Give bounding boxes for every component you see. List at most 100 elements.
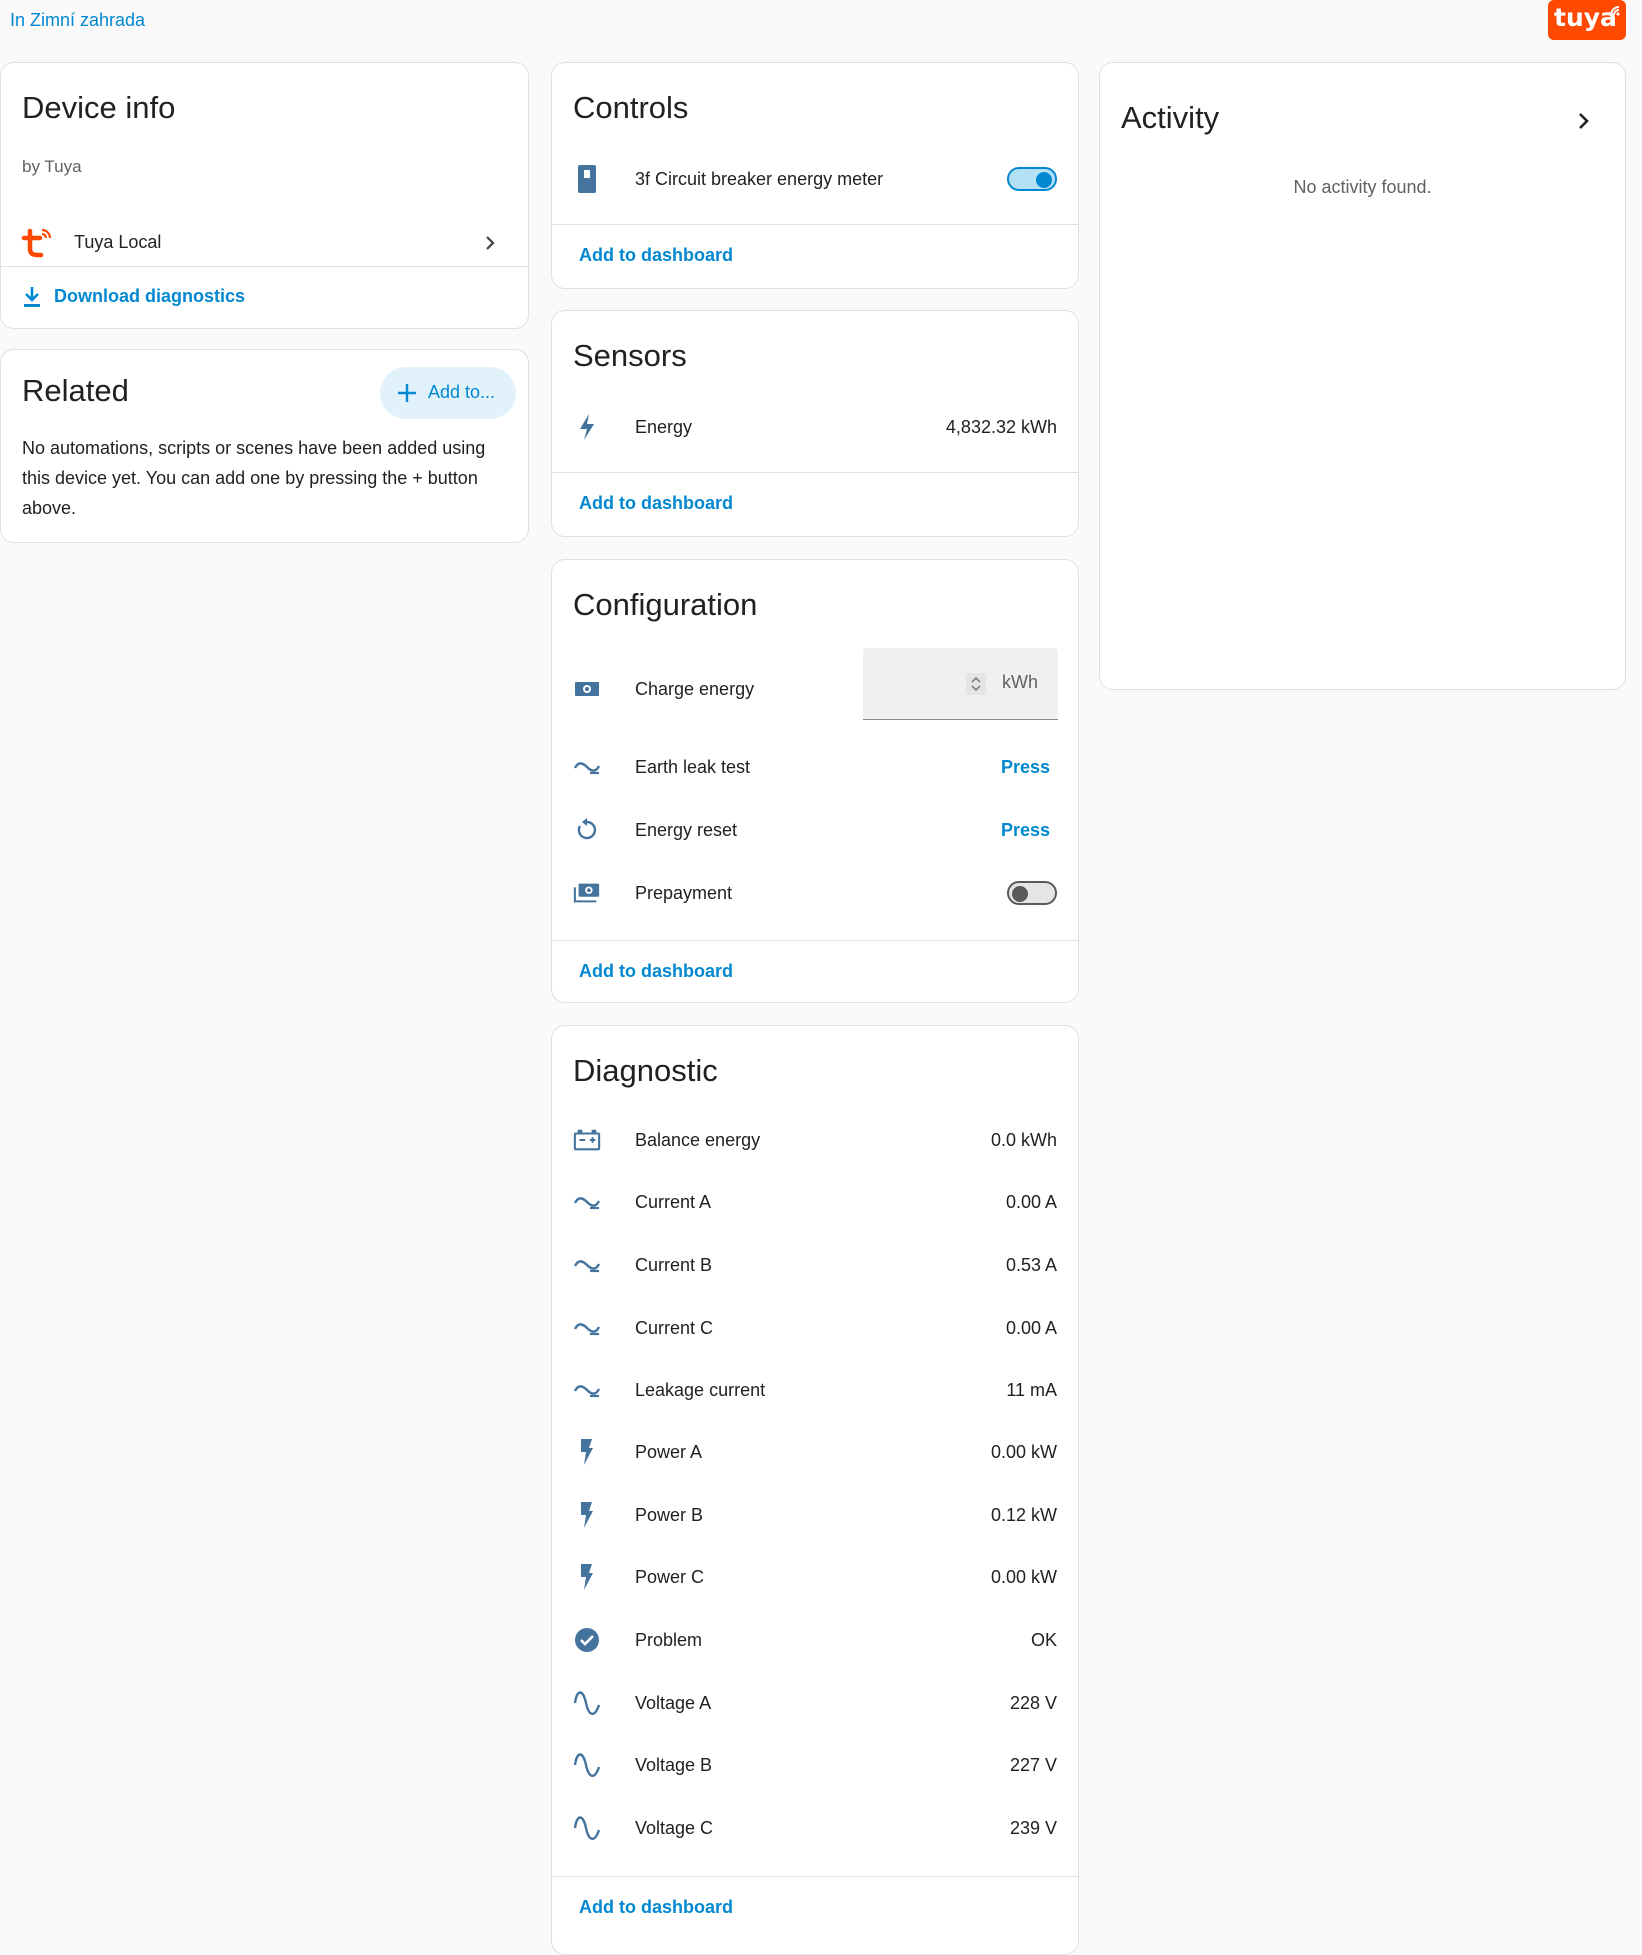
- wifi-signal-icon: [1610, 6, 1620, 16]
- diagnostic-row-voltage-a[interactable]: Voltage A 228 V: [552, 1681, 1078, 1725]
- diagnostic-row-current-b[interactable]: Current B 0.53 A: [552, 1243, 1078, 1287]
- diagnostic-name: Problem: [635, 1629, 703, 1650]
- sensors-card: Sensors Energy 4,832.32 kWh Add to dashb…: [551, 310, 1079, 537]
- diagnostic-name: Current C: [635, 1317, 714, 1338]
- diagnostic-value: OK: [1030, 1629, 1057, 1650]
- toggle-knob: [1036, 172, 1052, 188]
- diagnostic-row-power-a[interactable]: Power A 0.00 kW: [552, 1430, 1078, 1474]
- lightning-icon: [573, 1563, 601, 1591]
- download-icon: [24, 287, 40, 307]
- circuit-breaker-toggle[interactable]: [1007, 167, 1057, 191]
- activity-card: Activity No activity found.: [1099, 62, 1626, 690]
- check-circle-icon: [573, 1626, 601, 1654]
- diagnostic-row-power-b[interactable]: Power B 0.12 kW: [552, 1493, 1078, 1537]
- charge-energy-label: Charge energy: [635, 678, 755, 699]
- diagnostic-value: 0.00 kW: [990, 1566, 1057, 1587]
- lightning-icon: [573, 413, 601, 441]
- diagnostic-name: Voltage C: [635, 1817, 714, 1838]
- earth-leak-label: Earth leak test: [635, 756, 751, 777]
- diagnostic-row-current-c[interactable]: Current C 0.00 A: [552, 1306, 1078, 1350]
- diagnostic-value: 11 mA: [1006, 1379, 1057, 1400]
- controls-card: Controls 3f Circuit breaker energy meter…: [551, 62, 1079, 289]
- prepayment-toggle[interactable]: [1007, 881, 1057, 905]
- diagnostic-value: 0.00 kW: [990, 1441, 1057, 1462]
- config-row-energy-reset: Energy reset Press: [552, 808, 1078, 852]
- current-ac-icon: [573, 1188, 601, 1216]
- diagnostic-row-problem[interactable]: Problem OK: [552, 1618, 1078, 1662]
- diagnostic-name: Voltage B: [635, 1754, 713, 1775]
- sensors-add-to-dashboard[interactable]: Add to dashboard: [579, 493, 733, 514]
- earth-leak-press-button[interactable]: Press: [1001, 757, 1050, 778]
- lightning-icon: [573, 1501, 601, 1529]
- config-row-prepayment: Prepayment: [552, 871, 1078, 915]
- related-card: Related Add to... No automations, script…: [0, 349, 529, 543]
- area-link[interactable]: In Zimní zahrada: [10, 10, 145, 31]
- sensor-row-energy[interactable]: Energy 4,832.32 kWh: [552, 405, 1078, 449]
- diagnostic-name: Current B: [635, 1254, 713, 1275]
- divider: [1, 266, 528, 267]
- toggle-knob: [1012, 886, 1028, 902]
- manufacturer-text: by Tuya: [22, 157, 82, 176]
- charge-energy-input[interactable]: kWh: [863, 648, 1058, 720]
- diagnostic-add-to-dashboard[interactable]: Add to dashboard: [579, 1897, 733, 1918]
- configuration-card: Configuration Charge energy kWh Earth le…: [551, 559, 1079, 1003]
- diagnostic-name: Voltage A: [635, 1692, 712, 1713]
- current-ac-icon: [573, 753, 601, 781]
- diagnostic-card: Diagnostic Balance energy 0.0 kWh Curren…: [551, 1025, 1079, 1955]
- divider: [552, 940, 1078, 941]
- add-to-label: Add to...: [428, 382, 496, 402]
- configuration-title: Configuration: [573, 587, 758, 622]
- diagnostic-value: 227 V: [1009, 1754, 1057, 1775]
- device-info-card: Device info by Tuya Tuya Local Download …: [0, 62, 529, 329]
- sine-wave-icon: [573, 1689, 601, 1717]
- sensor-value: 4,832.32 kWh: [945, 416, 1057, 437]
- spinner-arrows-icon[interactable]: [966, 673, 986, 695]
- diagnostic-value: 0.00 A: [1005, 1317, 1057, 1338]
- control-row-circuit-breaker: 3f Circuit breaker energy meter: [552, 157, 1078, 201]
- top-bar: In Zimní zahrada tuya: [0, 0, 1642, 44]
- controls-add-to-dashboard[interactable]: Add to dashboard: [579, 245, 733, 266]
- diagnostic-row-voltage-b[interactable]: Voltage B 227 V: [552, 1743, 1078, 1787]
- integration-label: Tuya Local: [74, 232, 162, 252]
- diagnostic-value: 0.0 kWh: [990, 1129, 1057, 1150]
- add-to-button[interactable]: Add to...: [380, 367, 516, 419]
- charge-energy-unit: kWh: [1002, 672, 1038, 692]
- divider: [552, 472, 1078, 473]
- tuya-logo: tuya: [1548, 0, 1626, 40]
- related-title: Related: [22, 373, 129, 408]
- diagnostic-name: Power A: [635, 1441, 703, 1462]
- battery-plus-icon: [573, 1126, 601, 1154]
- diagnostic-title: Diagnostic: [573, 1053, 718, 1088]
- diagnostic-name: Leakage current: [635, 1379, 766, 1400]
- controls-title: Controls: [573, 90, 689, 125]
- chevron-right-icon[interactable]: [1573, 110, 1595, 132]
- diagnostic-row-balance-energy[interactable]: Balance energy 0.0 kWh: [552, 1118, 1078, 1162]
- diagnostic-name: Power B: [635, 1504, 704, 1525]
- current-ac-icon: [573, 1376, 601, 1404]
- download-diagnostics-label: Download diagnostics: [54, 286, 246, 306]
- control-name: 3f Circuit breaker energy meter: [635, 168, 884, 189]
- diagnostic-row-current-a[interactable]: Current A 0.00 A: [552, 1180, 1078, 1224]
- current-ac-icon: [573, 1251, 601, 1279]
- device-info-title: Device info: [22, 90, 176, 125]
- tuya-local-icon: [21, 228, 52, 258]
- sensor-name: Energy: [635, 416, 693, 437]
- energy-reset-label: Energy reset: [635, 819, 738, 840]
- download-diagnostics-button[interactable]: Download diagnostics: [21, 283, 261, 315]
- diagnostic-row-leakage-current[interactable]: Leakage current 11 mA: [552, 1368, 1078, 1412]
- diagnostic-value: 0.12 kW: [990, 1504, 1057, 1525]
- chevron-right-icon: [486, 236, 495, 250]
- configuration-add-to-dashboard[interactable]: Add to dashboard: [579, 961, 733, 982]
- breaker-icon: [573, 165, 601, 193]
- prepayment-label: Prepayment: [635, 882, 733, 903]
- diagnostic-row-power-c[interactable]: Power C 0.00 kW: [552, 1555, 1078, 1599]
- cash-icon: [573, 675, 601, 703]
- current-ac-icon: [573, 1314, 601, 1342]
- divider: [552, 1876, 1078, 1877]
- diagnostic-name: Current A: [635, 1191, 712, 1212]
- plus-icon: [398, 384, 416, 402]
- diagnostic-row-voltage-c[interactable]: Voltage C 239 V: [552, 1806, 1078, 1850]
- energy-reset-press-button[interactable]: Press: [1001, 820, 1050, 841]
- sine-wave-icon: [573, 1751, 601, 1779]
- diagnostic-name: Balance energy: [635, 1129, 761, 1150]
